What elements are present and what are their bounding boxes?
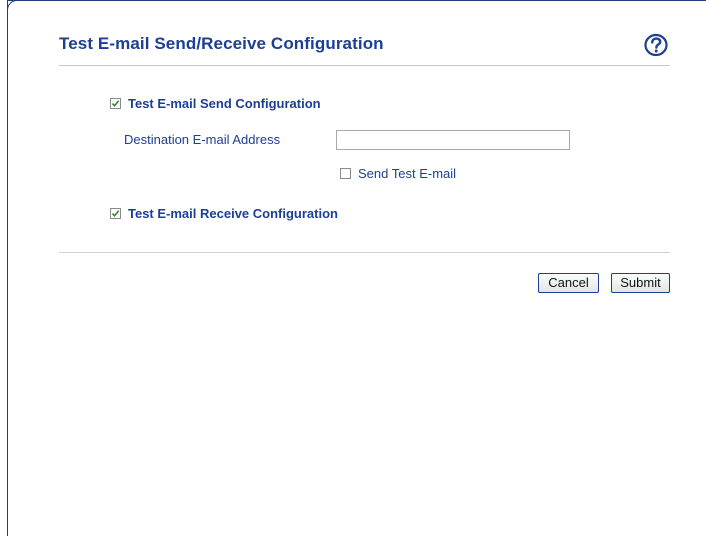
- send-config-row: Test E-mail Send Configuration: [110, 96, 321, 111]
- checkmark-icon: [111, 100, 120, 108]
- receive-config-label: Test E-mail Receive Configuration: [128, 206, 338, 221]
- send-test-label: Send Test E-mail: [358, 166, 457, 181]
- frame-top-border: [7, 0, 706, 1]
- checkmark-icon: [111, 210, 120, 218]
- title-divider: [59, 65, 670, 66]
- send-test-checkbox[interactable]: [340, 168, 351, 179]
- help-question-icon[interactable]: [643, 33, 669, 57]
- send-config-label: Test E-mail Send Configuration: [128, 96, 321, 111]
- send-test-row: Send Test E-mail: [340, 166, 456, 181]
- destination-email-input[interactable]: [336, 130, 570, 150]
- send-config-checkbox[interactable]: [110, 98, 121, 109]
- section-divider: [59, 252, 670, 253]
- receive-config-row: Test E-mail Receive Configuration: [110, 206, 338, 221]
- receive-config-checkbox[interactable]: [110, 208, 121, 219]
- frame-left-border: [7, 0, 8, 536]
- page-title: Test E-mail Send/Receive Configuration: [59, 34, 384, 53]
- cancel-button[interactable]: Cancel: [538, 273, 599, 293]
- page-frame: Test E-mail Send/Receive Configuration T…: [0, 0, 706, 536]
- frame-corner: [7, 0, 20, 13]
- submit-button[interactable]: Submit: [611, 273, 670, 293]
- destination-label: Destination E-mail Address: [124, 132, 281, 147]
